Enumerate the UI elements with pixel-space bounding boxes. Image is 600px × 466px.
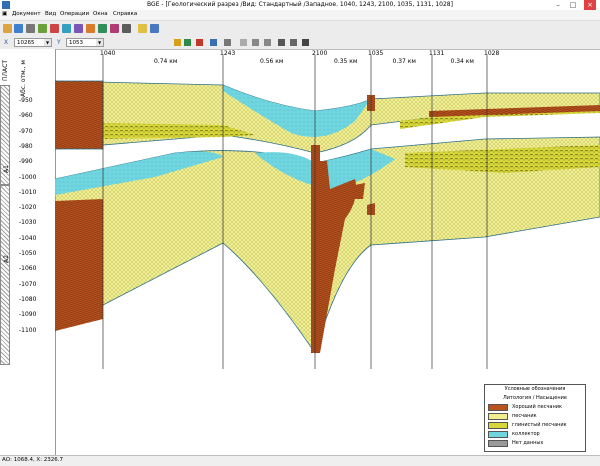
menu-item-operations[interactable]: Операции (60, 11, 89, 17)
maximize-icon[interactable]: □ (567, 0, 579, 10)
menu-item-help[interactable]: Справка (113, 11, 137, 17)
well-label: 1028 (484, 50, 499, 57)
depth-label: -1000 (19, 173, 37, 181)
chevron-down-icon: ▼ (96, 39, 103, 46)
text-icon[interactable] (240, 39, 247, 46)
settings-icon[interactable] (122, 24, 131, 33)
print-icon[interactable] (26, 24, 35, 33)
legend-label: Хороший песчаник (512, 404, 563, 410)
line-icon[interactable] (224, 39, 231, 46)
window-title: BGE - [Геологический разрез /Вид: Станда… (147, 1, 453, 8)
depth-label: -1050 (19, 250, 37, 257)
depth-label: -1090 (19, 311, 37, 319)
distance-label: 0.35 км (334, 58, 357, 65)
legend-swatch (488, 404, 508, 411)
field2-value: 1053 (69, 40, 83, 46)
save-icon[interactable] (14, 24, 23, 33)
lower-good-sand-1040 (55, 199, 103, 331)
well-label: 1040 (100, 50, 115, 57)
pan-icon[interactable] (290, 39, 297, 46)
status-bar: АО: 1068.4, X: 2326.7 (0, 455, 600, 466)
upper-good-sand-1040 (55, 80, 104, 150)
distance-label: 0.37 км (393, 58, 416, 65)
close-icon[interactable]: × (584, 0, 596, 10)
legend-swatch (488, 431, 508, 438)
well-icon[interactable] (50, 24, 59, 33)
undo-icon[interactable] (252, 39, 259, 46)
abs-header: Абс. отм., м (20, 60, 27, 97)
legend-swatch (488, 440, 508, 447)
legend-subtitle: Литология / Насыщение (503, 395, 567, 401)
brush-icon[interactable] (174, 39, 181, 46)
depth-label: -1040 (19, 234, 37, 242)
depth-label: -970 (19, 127, 33, 135)
redo-icon[interactable] (264, 39, 271, 46)
map-icon[interactable] (110, 24, 119, 33)
field1-label: X (4, 39, 9, 46)
distance-label: 0.74 км (154, 58, 177, 65)
depth-label: -950 (19, 97, 33, 104)
depth-panel: ПЛАСТ Абс. отм., м А1 А2 -950 -960 -970 -98… (0, 49, 56, 455)
layer-a1-label: А1 (3, 165, 10, 173)
well-label: 1243 (220, 50, 235, 57)
database-icon[interactable] (38, 24, 47, 33)
zoom-icon[interactable] (278, 39, 285, 46)
well-label: 1131 (429, 50, 444, 57)
legend-swatch (488, 413, 508, 420)
section-icon[interactable] (62, 24, 71, 33)
distance-label: 0.34 км (451, 58, 474, 65)
menu-icon[interactable]: ▣ (2, 11, 7, 17)
menu-item-document[interactable]: Документ (12, 11, 41, 17)
legend-label: песчаник (512, 413, 537, 419)
refresh-icon[interactable] (150, 24, 159, 33)
depth-label: -980 (19, 142, 33, 150)
field1-value: 10265 (17, 40, 35, 46)
layer-a2-label: А2 (3, 255, 10, 263)
legend: Условные обозначения Литология / Насыщен… (484, 384, 586, 452)
depth-label: -1070 (19, 280, 37, 288)
table-icon[interactable] (98, 24, 107, 33)
legend-label: Нет данных (512, 440, 544, 446)
plast-column (0, 65, 11, 395)
legend-title: Условные обозначения (504, 386, 566, 392)
depth-label: -1010 (19, 188, 37, 196)
depth-label: -1030 (19, 219, 37, 227)
pattern-icon[interactable] (210, 39, 217, 46)
well-label: 2100 (312, 50, 327, 57)
main-toolbar (0, 20, 600, 38)
legend-swatch (488, 422, 508, 429)
field1-select[interactable]: 10265 ▼ (14, 38, 52, 47)
upper-good-sand-2100 (311, 145, 320, 161)
minimize-icon[interactable]: – (552, 0, 564, 10)
well-label: 1035 (368, 50, 383, 57)
chart-icon[interactable] (86, 24, 95, 33)
menu-item-windows[interactable]: Окна (93, 11, 108, 17)
distance-label: 0.56 км (260, 58, 283, 65)
status-text: АО: 1068.4, X: 2326.7 (2, 457, 64, 463)
legend-label: коллектор (512, 431, 540, 437)
color-icon[interactable] (184, 39, 191, 46)
cursor-icon[interactable] (302, 39, 309, 46)
menu-bar: ▣ Документ Вид Операции Окна Справка (0, 10, 600, 20)
depth-label: -960 (19, 112, 33, 120)
chevron-down-icon: ▼ (44, 39, 51, 46)
depth-label: -1020 (19, 204, 37, 212)
depth-label: -1080 (19, 295, 37, 303)
grid-icon[interactable] (138, 24, 147, 33)
fill-icon[interactable] (196, 39, 203, 46)
field2-select[interactable]: 1053 ▼ (66, 38, 104, 47)
layer-a2-cell[interactable] (0, 185, 10, 365)
field2-label: Y (57, 39, 61, 46)
open-folder-icon[interactable] (3, 24, 12, 33)
depth-label: -1060 (19, 265, 37, 273)
menu-item-view[interactable]: Вид (45, 11, 56, 17)
layers-icon[interactable] (74, 24, 83, 33)
depth-label: -1100 (19, 326, 37, 334)
legend-label: глинистый песчаник (512, 422, 567, 428)
depth-label: -990 (19, 158, 33, 166)
